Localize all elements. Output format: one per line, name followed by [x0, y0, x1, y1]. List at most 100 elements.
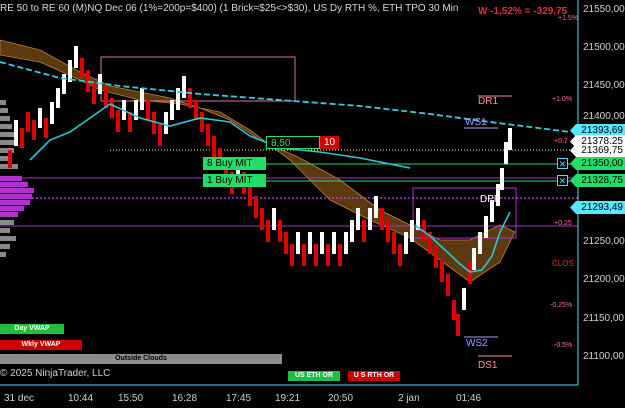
- up-brick: [368, 208, 372, 230]
- price-axis-label: 21200,00: [583, 274, 625, 285]
- up-brick: [320, 232, 324, 254]
- cancel-order-1-button[interactable]: ✕: [557, 158, 568, 169]
- profile-bar: [0, 182, 28, 187]
- down-brick: [20, 128, 24, 148]
- up-brick: [74, 46, 78, 68]
- down-brick: [128, 112, 132, 132]
- down-brick: [380, 208, 384, 230]
- time-axis-label: 19:21: [275, 393, 301, 404]
- pnl-readout: W -1,52% = -329,75: [478, 6, 568, 17]
- time-axis-label: 10:44: [68, 393, 94, 404]
- up-brick: [296, 232, 300, 254]
- copyright: © 2025 NinjaTrader, LLC: [0, 368, 111, 379]
- down-brick: [80, 58, 84, 78]
- up-brick: [410, 220, 414, 242]
- up-brick: [344, 232, 348, 254]
- up-brick: [504, 142, 508, 164]
- down-brick: [386, 220, 390, 242]
- down-brick: [110, 98, 114, 118]
- down-brick: [362, 220, 366, 242]
- day-vwap-button[interactable]: Day VWAP: [0, 324, 64, 334]
- time-axis-label: 17:45: [226, 393, 252, 404]
- down-brick: [456, 314, 460, 336]
- profile-bar: [0, 116, 10, 121]
- order-entry-price[interactable]: 8,50: [266, 136, 320, 149]
- down-brick: [398, 244, 402, 266]
- down-brick: [278, 220, 282, 242]
- chart-title: RE 50 to RE 60 (M)NQ Dec 06 (1%=200p=$40…: [0, 3, 459, 14]
- renko-chart-panel[interactable]: [0, 0, 625, 408]
- up-brick: [462, 288, 466, 310]
- down-brick: [26, 112, 30, 132]
- down-brick: [104, 86, 108, 108]
- down-brick: [146, 100, 150, 120]
- level-ds1: DS1: [478, 360, 498, 371]
- up-brick: [62, 74, 66, 94]
- level-ws1: WS1: [465, 117, 487, 128]
- level-dpp: DPP: [480, 194, 501, 205]
- up-brick: [164, 112, 168, 134]
- down-brick: [194, 100, 198, 120]
- up-brick: [56, 88, 60, 108]
- down-brick: [248, 184, 252, 206]
- price-axis-label: 21400,00: [583, 111, 625, 122]
- percent-label: -0.5%: [554, 342, 573, 349]
- down-brick: [260, 208, 264, 230]
- down-brick: [44, 118, 48, 138]
- up-brick: [308, 232, 312, 254]
- down-brick: [338, 244, 342, 266]
- up-brick: [272, 208, 276, 230]
- down-brick: [188, 88, 192, 108]
- profile-bar: [0, 194, 32, 199]
- down-brick: [32, 120, 36, 140]
- wkly-vwap-button[interactable]: Wkly VWAP: [0, 340, 82, 350]
- price-tag-order-1: 21350,00: [570, 157, 625, 170]
- up-brick: [478, 232, 482, 254]
- percent-label: -0.25%: [550, 302, 573, 309]
- down-brick: [92, 82, 96, 104]
- up-brick: [170, 100, 174, 120]
- price-axis-label: 21500,00: [583, 42, 625, 53]
- buy-mit-order-1[interactable]: 8 Buy MIT: [203, 157, 266, 170]
- up-brick: [500, 168, 504, 190]
- price-tag-eth-vwap: 21293,49: [570, 201, 625, 214]
- order-entry-qty[interactable]: 10: [320, 136, 339, 149]
- up-brick: [50, 102, 54, 124]
- down-brick: [200, 112, 204, 132]
- us-rth-or-button[interactable]: U S RTH OR: [348, 371, 400, 381]
- buy-mit-order-2[interactable]: 1 Buy MIT: [203, 174, 266, 187]
- price-axis-label: 21550,00: [583, 4, 625, 15]
- profile-bar: [0, 228, 10, 233]
- profile-bar: [0, 220, 14, 225]
- down-brick: [446, 274, 450, 296]
- profile-bar: [0, 176, 22, 181]
- up-brick: [374, 196, 378, 218]
- percent-label: +0.25: [554, 220, 572, 227]
- down-brick: [254, 196, 258, 218]
- time-axis-label: 31 dec: [4, 393, 35, 404]
- time-axis-label: 15:50: [118, 393, 144, 404]
- down-brick: [452, 300, 456, 320]
- time-axis-label: 20:50: [328, 393, 354, 404]
- us-eth-or-button[interactable]: US ETH OR: [288, 371, 340, 381]
- down-brick: [392, 232, 396, 254]
- down-brick: [284, 232, 288, 254]
- profile-bar: [0, 200, 30, 205]
- up-brick: [14, 120, 18, 146]
- percent-label: +1.0%: [552, 96, 573, 103]
- profile-bar: [0, 100, 6, 105]
- down-brick: [302, 244, 306, 266]
- up-brick: [182, 76, 186, 98]
- down-brick: [116, 110, 120, 132]
- percent-label: +0.7: [554, 138, 568, 145]
- down-brick: [8, 150, 12, 168]
- down-brick: [266, 220, 270, 242]
- time-axis-label: 16:28: [172, 393, 198, 404]
- outside-clouds-button[interactable]: Outside Clouds: [0, 354, 282, 364]
- down-brick: [326, 244, 330, 266]
- profile-bar: [0, 244, 10, 249]
- up-brick: [404, 232, 408, 254]
- up-brick: [350, 220, 354, 242]
- up-brick: [472, 248, 476, 270]
- cancel-order-2-button[interactable]: ✕: [557, 175, 568, 186]
